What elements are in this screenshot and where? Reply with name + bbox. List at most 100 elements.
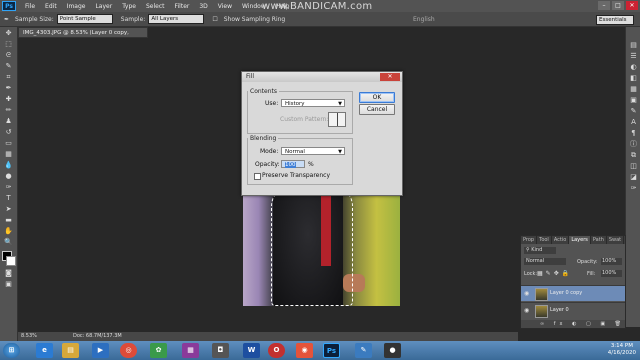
custom-pattern-picker[interactable] [328,112,346,127]
shape-tool-icon[interactable]: ▬ [4,216,13,225]
menu-view[interactable]: View [213,3,237,10]
healing-brush-tool-icon[interactable]: ✚ [4,95,13,104]
zoom-level[interactable]: 8.53% [21,333,37,339]
menu-image[interactable]: Image [62,3,91,10]
dialog-title-bar[interactable]: Fill ✕ [242,72,402,82]
minimize-button[interactable]: – [598,1,610,10]
system-clock[interactable]: 3:14 PM 4/16/2020 [608,343,636,357]
media-app-icon[interactable]: ◉ [296,343,313,358]
blur-tool-icon[interactable]: 💧 [4,161,13,170]
zoom-tool-icon[interactable]: 🔍 [4,238,13,247]
background-color-swatch[interactable] [6,256,16,266]
ok-button[interactable]: OK [359,92,395,103]
file-explorer-icon[interactable]: ▤ [62,343,79,358]
sample-size-select[interactable]: Point Sample [56,14,113,24]
eraser-tool-icon[interactable]: ▭ [4,139,13,148]
quick-select-tool-icon[interactable]: ✎ [4,62,13,71]
layer-opacity-input[interactable]: 100% [601,258,622,265]
paths-panel-icon[interactable]: ✑ [629,184,638,193]
layer-row[interactable]: ◉ Layer 0 copy [521,285,625,301]
winrar-icon[interactable]: ▦ [182,343,199,358]
eyedropper-tool-icon[interactable]: ✒ [4,84,13,93]
preserve-transparency-checkbox[interactable] [254,173,261,180]
menu-layer[interactable]: Layer [90,3,117,10]
mode-select[interactable]: Normal ▼ [281,147,345,155]
dialog-close-button[interactable]: ✕ [380,73,400,81]
media-player-icon[interactable]: ▶ [92,343,109,358]
menu-select[interactable]: Select [141,3,170,10]
layer-row[interactable]: ◉ Layer 0 [521,302,625,318]
opacity-input[interactable]: 100 [281,160,305,168]
sample-size-label: Sample Size: [15,15,54,23]
paragraph-panel-icon[interactable]: ¶ [629,129,638,138]
properties-panel-icon[interactable]: ☰ [629,52,638,61]
photoshop-taskbar-icon[interactable]: Ps [323,343,340,358]
layer-actions-bar[interactable]: ∞ fx ◐ ▢ ▣ 🗑 [521,320,625,328]
menu-3d[interactable]: 3D [194,3,212,10]
internet-explorer-icon[interactable]: e [36,343,53,358]
use-select-value: History [285,101,305,107]
photos-icon[interactable]: ✿ [150,343,167,358]
tab-actions[interactable]: Actio [552,236,570,244]
type-tool-icon[interactable]: T [4,194,13,203]
document-tab[interactable]: IMG_4303.JPG @ 8.53% (Layer 0 copy, RGB/… [18,27,148,47]
adjustments-panel-icon[interactable]: ◐ [629,63,638,72]
swatches-panel-icon[interactable]: ▦ [629,85,638,94]
paint-icon[interactable]: ✎ [355,343,372,358]
workspace-select[interactable]: Essentials [596,15,634,25]
opera-icon[interactable]: O [268,343,285,358]
tab-layers[interactable]: Layers [569,236,591,244]
screen-mode-icon[interactable]: ▣ [4,280,13,289]
tab-properties[interactable]: Prop [521,236,538,244]
sample-select[interactable]: All Layers [148,14,205,24]
dodge-tool-icon[interactable]: ● [4,172,13,181]
history-brush-tool-icon[interactable]: ↺ [4,128,13,137]
eyedropper-icon[interactable]: ✒ [4,16,9,23]
navigator-panel-icon[interactable]: ⧉ [629,151,638,160]
use-select[interactable]: History ▼ [281,99,345,107]
menu-file[interactable]: File [20,3,40,10]
cancel-button[interactable]: Cancel [359,104,395,115]
close-window-button[interactable]: ✕ [626,1,638,10]
lasso-tool-icon[interactable]: ᘓ [4,51,13,60]
tab-swatches[interactable]: Swat [607,236,625,244]
info-panel-icon[interactable]: ⓘ [629,140,638,149]
move-tool-icon[interactable]: ✥ [4,29,13,38]
photo-canvas[interactable] [243,186,400,306]
menu-type[interactable]: Type [117,3,141,10]
blend-mode-select[interactable]: Normal [524,258,566,265]
brush-panel-icon[interactable]: ✎ [629,107,638,116]
layers-panel-icon[interactable]: ◫ [629,162,638,171]
layer-filter-kind[interactable]: ⚲ Kind [524,247,556,254]
pen-tool-icon[interactable]: ✑ [4,183,13,192]
character-panel-icon[interactable]: A [629,118,638,127]
quick-mask-icon[interactable]: ◙ [4,269,13,278]
color-panel-icon[interactable]: ◧ [629,74,638,83]
app-icon[interactable]: ◘ [212,343,229,358]
history-panel-icon[interactable]: ▤ [629,41,638,50]
eye-icon[interactable]: ◉ [524,290,531,297]
menu-edit[interactable]: Edit [40,3,62,10]
clock-time: 3:14 PM [610,343,633,349]
gradient-tool-icon[interactable]: ▦ [4,150,13,159]
tab-tool-presets[interactable]: Tool [537,236,552,244]
sampling-ring-checkbox[interactable]: ☐ [212,16,217,23]
bandicam-icon[interactable]: ● [384,343,401,358]
layer-fill-input[interactable]: 100% [601,270,622,277]
tab-paths[interactable]: Path [591,236,607,244]
clone-stamp-tool-icon[interactable]: ♟ [4,117,13,126]
path-select-tool-icon[interactable]: ➤ [4,205,13,214]
start-button[interactable]: ⊞ [3,343,20,358]
hand-tool-icon[interactable]: ✋ [4,227,13,236]
lock-icons[interactable]: ▦✎✥🔒 [537,270,572,277]
word-icon[interactable]: W [243,343,260,358]
eye-icon[interactable]: ◉ [524,307,531,314]
chrome-icon[interactable]: ◎ [120,343,137,358]
brush-tool-icon[interactable]: ✏ [4,106,13,115]
channels-panel-icon[interactable]: ◪ [629,173,638,182]
styles-panel-icon[interactable]: ▣ [629,96,638,105]
maximize-button[interactable]: □ [612,1,624,10]
marquee-tool-icon[interactable]: ⬚ [4,40,13,49]
menu-filter[interactable]: Filter [170,3,195,10]
crop-tool-icon[interactable]: ⌗ [4,73,13,82]
